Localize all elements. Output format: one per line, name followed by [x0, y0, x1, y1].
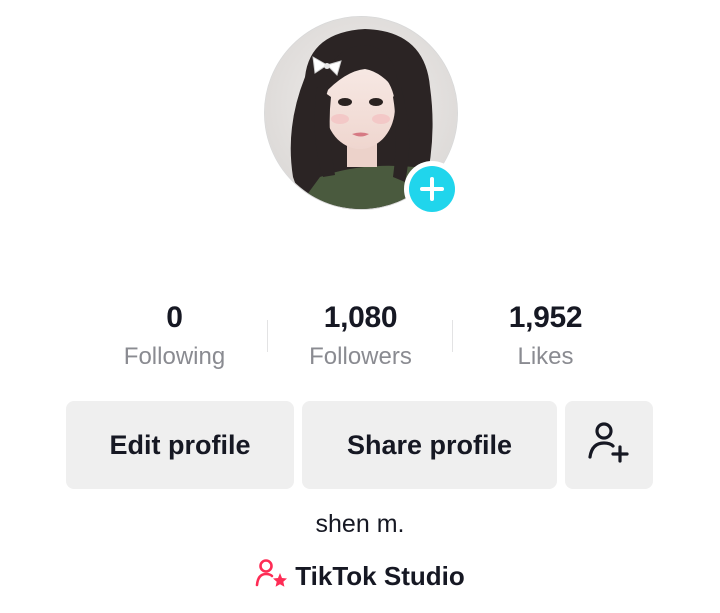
followers-label: Followers [309, 343, 412, 370]
person-add-icon [586, 419, 632, 472]
stat-likes[interactable]: 1,952 Likes [453, 298, 638, 373]
likes-count: 1,952 [508, 301, 583, 334]
display-name: shen m. [315, 510, 405, 538]
tiktok-studio-label: TikTok Studio [295, 560, 465, 591]
share-profile-button[interactable]: Share profile [302, 401, 557, 489]
following-label: Following [123, 343, 226, 370]
followers-count: 1,080 [323, 301, 398, 334]
stat-following[interactable]: 0 Following [82, 298, 267, 373]
edit-profile-label: Edit profile [109, 429, 251, 460]
creator-star-icon [255, 558, 289, 593]
add-avatar-button[interactable] [404, 161, 460, 217]
edit-profile-button[interactable]: Edit profile [66, 401, 294, 489]
tiktok-studio-link[interactable]: TikTok Studio [0, 558, 720, 593]
stat-followers[interactable]: 1,080 Followers [268, 298, 453, 373]
add-friend-button[interactable] [565, 401, 653, 489]
share-profile-label: Share profile [346, 429, 513, 460]
avatar-container[interactable] [264, 16, 460, 217]
following-count: 0 [166, 301, 183, 334]
likes-label: Likes [517, 343, 574, 370]
profile-stats: 0 Following 1,080 Followers 1,952 Likes [82, 298, 638, 378]
plus-icon [409, 166, 455, 212]
